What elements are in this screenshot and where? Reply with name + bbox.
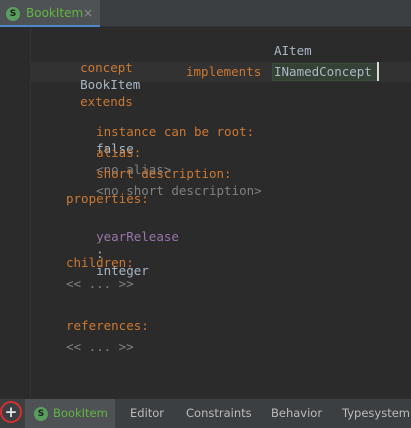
- tab-constraints-label: Constraints: [186, 406, 252, 420]
- structure-icon: S: [34, 407, 48, 421]
- add-aspect-button[interactable]: +: [0, 401, 22, 423]
- implements-keyword: implements: [186, 64, 262, 79]
- tab-behavior[interactable]: Behavior: [271, 399, 322, 428]
- extends-value[interactable]: AItem: [274, 42, 312, 59]
- close-icon[interactable]: ×: [83, 6, 93, 21]
- children-label: children:: [66, 255, 134, 270]
- references-placeholder[interactable]: << ... >>: [66, 338, 134, 355]
- file-tab-label: BookItem: [26, 6, 84, 20]
- implements-value[interactable]: INamedConcept: [274, 63, 372, 80]
- aspect-tab-bar: + S BookItem Editor Constraints Behavior…: [0, 398, 411, 428]
- plus-icon: +: [4, 403, 18, 421]
- code-editor[interactable]: concept BookItem extends AItem implement…: [0, 27, 411, 398]
- tab-constraints[interactable]: Constraints: [186, 399, 252, 428]
- text-caret: [377, 62, 379, 81]
- tab-typesystem[interactable]: Typesystem: [342, 399, 410, 428]
- gutter-divider: [30, 27, 31, 398]
- references-label: references:: [66, 318, 149, 333]
- tab-typesystem-label: Typesystem: [342, 406, 410, 420]
- properties-label: properties:: [66, 191, 149, 206]
- concept-name[interactable]: BookItem: [80, 77, 140, 92]
- short-description-label: short description:: [96, 166, 232, 181]
- tab-structure[interactable]: S BookItem: [25, 399, 115, 428]
- tab-structure-label: BookItem: [53, 406, 108, 420]
- property-name[interactable]: yearRelease: [96, 229, 179, 244]
- tab-behavior-label: Behavior: [271, 406, 323, 420]
- tab-editor[interactable]: Editor: [130, 399, 164, 428]
- tab-editor-label: Editor: [130, 406, 165, 420]
- structure-icon: S: [6, 7, 20, 21]
- concept-keyword: concept: [80, 60, 133, 75]
- editor-tab-strip: S BookItem ×: [0, 0, 411, 28]
- children-placeholder[interactable]: << ... >>: [66, 275, 134, 292]
- file-tab-bookitem[interactable]: S BookItem ×: [0, 0, 100, 28]
